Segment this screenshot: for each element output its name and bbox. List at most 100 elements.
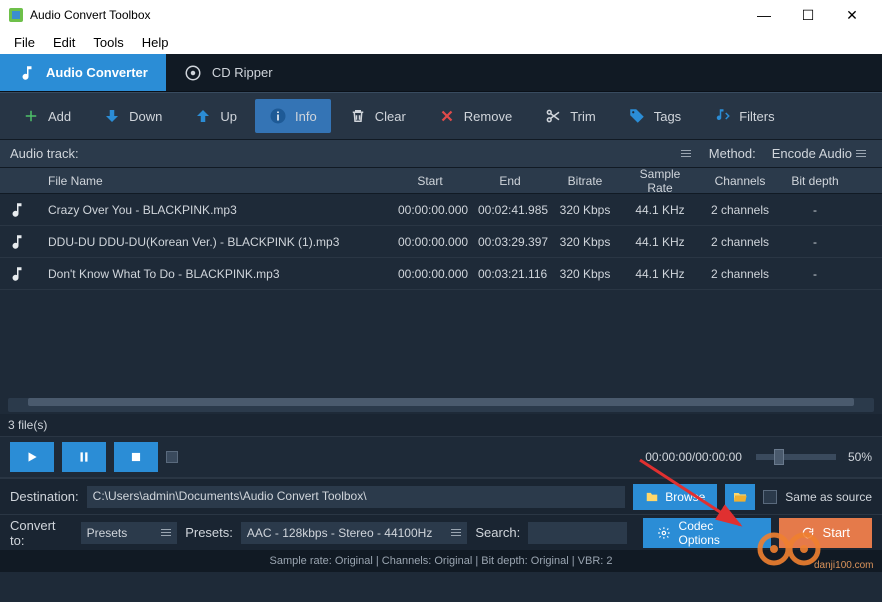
h-scrollbar[interactable]	[8, 398, 874, 412]
table-body: Crazy Over You - BLACKPINK.mp3 00:00:00.…	[0, 194, 882, 394]
minimize-button[interactable]: —	[742, 0, 786, 30]
audio-track-label: Audio track:	[10, 146, 80, 161]
cell-bitrate: 320 Kbps	[550, 203, 620, 217]
x-icon	[438, 107, 456, 125]
down-button[interactable]: Down	[89, 99, 176, 133]
play-button[interactable]	[10, 442, 54, 472]
same-as-source-checkbox[interactable]	[763, 490, 777, 504]
cell-end: 00:03:21.116	[470, 267, 550, 281]
time-display: 00:00:00/00:00:00	[645, 450, 742, 464]
table-row[interactable]: Crazy Over You - BLACKPINK.mp3 00:00:00.…	[0, 194, 882, 226]
tab-label: CD Ripper	[212, 65, 273, 80]
trim-button[interactable]: Trim	[530, 99, 610, 133]
cell-name: Don't Know What To Do - BLACKPINK.mp3	[40, 267, 390, 281]
volume-slider[interactable]	[756, 454, 836, 460]
toolbar-label: Filters	[739, 109, 774, 124]
stop-button[interactable]	[114, 442, 158, 472]
clear-button[interactable]: Clear	[335, 99, 420, 133]
col-bit-depth[interactable]: Bit depth	[780, 174, 850, 188]
table-row[interactable]: Don't Know What To Do - BLACKPINK.mp3 00…	[0, 258, 882, 290]
file-table: File Name Start End Bitrate Sample Rate …	[0, 168, 882, 394]
add-button[interactable]: Add	[8, 99, 85, 133]
playback-bar: 00:00:00/00:00:00 50%	[0, 436, 882, 478]
toolbar-label: Trim	[570, 109, 596, 124]
toolbar-label: Info	[295, 109, 317, 124]
cell-depth: -	[780, 267, 850, 281]
play-icon	[25, 450, 39, 464]
tag-icon	[628, 107, 646, 125]
presets-name-select[interactable]: Presets	[81, 522, 178, 544]
cell-depth: -	[780, 203, 850, 217]
refresh-icon	[801, 526, 815, 540]
col-filename[interactable]: File Name	[40, 174, 390, 188]
tab-cd-ripper[interactable]: CD Ripper	[166, 54, 291, 91]
seek-knob[interactable]	[166, 451, 178, 463]
cell-bitrate: 320 Kbps	[550, 267, 620, 281]
toolbar-label: Clear	[375, 109, 406, 124]
close-button[interactable]: ✕	[830, 0, 874, 30]
menu-help[interactable]: Help	[134, 33, 177, 52]
info-button[interactable]: Info	[255, 99, 331, 133]
start-button[interactable]: Start	[779, 518, 872, 548]
menubar: File Edit Tools Help	[0, 30, 882, 54]
pause-button[interactable]	[62, 442, 106, 472]
col-bitrate[interactable]: Bitrate	[550, 174, 620, 188]
toolbar-label: Remove	[464, 109, 512, 124]
cell-name: DDU-DU DDU-DU(Korean Ver.) - BLACKPINK (…	[40, 235, 390, 249]
filter-icon	[713, 107, 731, 125]
method-select[interactable]: Encode Audio	[766, 144, 872, 163]
stop-icon	[129, 450, 143, 464]
cell-channels: 2 channels	[700, 267, 780, 281]
tabbar: Audio Converter CD Ripper	[0, 54, 882, 92]
file-count: 3 file(s)	[0, 414, 882, 436]
pause-icon	[77, 450, 91, 464]
toolbar-label: Tags	[654, 109, 681, 124]
gear-icon	[657, 526, 671, 540]
cell-sample: 44.1 KHz	[620, 267, 700, 281]
presets-caption: Presets:	[185, 525, 233, 540]
browse-button[interactable]: Browse	[633, 484, 717, 510]
cell-sample: 44.1 KHz	[620, 203, 700, 217]
cell-name: Crazy Over You - BLACKPINK.mp3	[40, 203, 390, 217]
search-input[interactable]	[528, 522, 627, 544]
menu-tools[interactable]: Tools	[85, 33, 131, 52]
hamburger-icon	[161, 529, 171, 536]
open-folder-button[interactable]	[725, 484, 755, 510]
cell-channels: 2 channels	[700, 203, 780, 217]
tab-audio-converter[interactable]: Audio Converter	[0, 54, 166, 91]
window-title: Audio Convert Toolbox	[30, 8, 742, 22]
app-icon	[8, 7, 24, 23]
folder-open-icon	[732, 489, 748, 505]
music-note-icon	[18, 64, 36, 82]
col-start[interactable]: Start	[390, 174, 470, 188]
hamburger-icon[interactable]	[681, 150, 691, 157]
maximize-button[interactable]: ☐	[786, 0, 830, 30]
audio-track-select[interactable]	[90, 144, 671, 164]
destination-bar: Destination: C:\Users\admin\Documents\Au…	[0, 478, 882, 514]
browse-label: Browse	[665, 490, 705, 504]
convert-bar: Convert to: Presets Presets: AAC - 128kb…	[0, 514, 882, 550]
tags-button[interactable]: Tags	[614, 99, 695, 133]
filters-button[interactable]: Filters	[699, 99, 788, 133]
up-button[interactable]: Up	[180, 99, 251, 133]
arrow-up-icon	[194, 107, 212, 125]
hamburger-icon	[451, 529, 461, 536]
codec-options-button[interactable]: Codec Options	[643, 518, 771, 548]
hamburger-icon	[856, 150, 866, 157]
remove-button[interactable]: Remove	[424, 99, 526, 133]
cell-channels: 2 channels	[700, 235, 780, 249]
start-label: Start	[823, 525, 850, 540]
col-sample-rate[interactable]: Sample Rate	[620, 167, 700, 195]
col-end[interactable]: End	[470, 174, 550, 188]
menu-file[interactable]: File	[6, 33, 43, 52]
menu-edit[interactable]: Edit	[45, 33, 83, 52]
cell-end: 00:03:29.397	[470, 235, 550, 249]
toolbar-label: Add	[48, 109, 71, 124]
table-row[interactable]: DDU-DU DDU-DU(Korean Ver.) - BLACKPINK (…	[0, 226, 882, 258]
cell-depth: -	[780, 235, 850, 249]
preset-select[interactable]: AAC - 128kbps - Stereo - 44100Hz	[241, 522, 468, 544]
method-value: Encode Audio	[772, 146, 852, 161]
convert-to-label: Convert to:	[10, 518, 73, 548]
col-channels[interactable]: Channels	[700, 174, 780, 188]
destination-field[interactable]: C:\Users\admin\Documents\Audio Convert T…	[87, 486, 626, 508]
